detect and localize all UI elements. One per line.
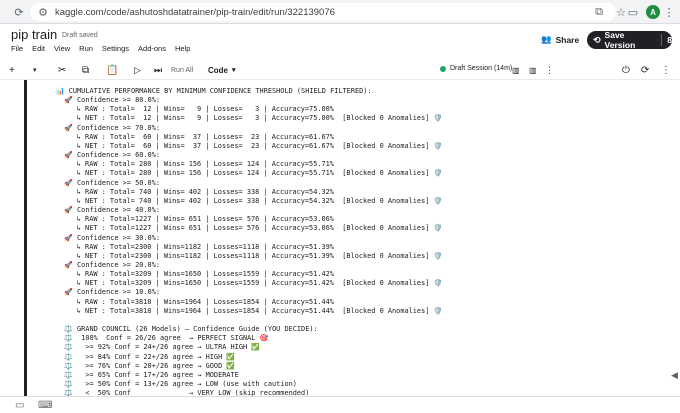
output-line: 🚀 Confidence >= 70.0%: [56, 123, 160, 132]
power-icon[interactable]: ⏻ [622, 63, 630, 77]
output-line: ⚖️ 100% Conf = 26/26 agree → PERFECT SIG… [56, 334, 269, 343]
share-label: Share [555, 34, 580, 45]
more-options-icon[interactable]: ⋮ [661, 63, 671, 77]
profile-avatar[interactable]: A [646, 5, 660, 19]
output-line: ⚖️ >= 50% Conf = 13+/26 agree → LOW (use… [56, 380, 297, 388]
output-line: ↳ NET : Total= 60 | Wins= 37 | Losses= 2… [56, 141, 443, 150]
session-label: Draft Session (14m) [450, 65, 513, 72]
session-menu-icon[interactable]: ⋮ [545, 63, 554, 77]
save-version-button[interactable]: ⟲ Save Version 8 [587, 30, 672, 50]
output-line: ↳ RAW : Total= 740 | Wins= 402 | Losses=… [56, 187, 334, 196]
output-line: ↳ RAW : Total=2300 | Wins=1182 | Losses=… [56, 242, 334, 251]
refresh-icon[interactable]: ⟳ [12, 5, 26, 19]
cell-type-select[interactable]: Code ▾ [208, 63, 236, 77]
session-gauge-icon[interactable]: ▥ [529, 63, 537, 77]
output-line: 🚀 Confidence >= 30.0%: [56, 233, 160, 242]
url-text: kaggle.com/code/ashutoshdatatrainer/pip-… [55, 6, 335, 18]
menu-bar: File Edit View Run Settings Add-ons Help [11, 44, 190, 53]
output-line: 🚀 Confidence >= 60.0%: [56, 151, 160, 160]
tab-search-icon[interactable]: ▭ [626, 5, 640, 19]
output-line: ↳ RAW : Total=3818 | Wins=1964 | Losses=… [56, 297, 334, 306]
notebook-header: pip train Draft saved File Edit View Run… [0, 24, 680, 60]
session-active-indicator [440, 65, 446, 72]
session-status[interactable]: Draft Session (14m) [440, 65, 512, 72]
chevron-down-icon: ▾ [232, 67, 236, 74]
output-line: 🚀 Confidence >= 80.0%: [56, 96, 160, 105]
run-all-label[interactable]: Run All [171, 63, 193, 77]
share-people-icon: 👥 [541, 34, 552, 44]
cast-icon[interactable]: ⧉ [592, 5, 606, 19]
save-status: Draft saved [62, 32, 98, 39]
menu-file[interactable]: File [11, 44, 23, 53]
cut-icon[interactable]: ✂ [58, 63, 66, 77]
run-cell-icon[interactable]: ▷ [134, 63, 141, 77]
status-bar: ▭ ⌨ [0, 396, 680, 413]
menu-edit[interactable]: Edit [32, 44, 45, 53]
add-cell-icon[interactable]: + [9, 63, 15, 77]
output-line: ↳ NET : Total= 740 | Wins= 402 | Losses=… [56, 196, 443, 205]
output-line: ⚖️ GRAND COUNCIL (26 Models) — Confidenc… [56, 325, 318, 334]
menu-settings[interactable]: Settings [102, 44, 129, 53]
expand-panel-icon[interactable]: ◀ [671, 370, 678, 381]
output-line: ↳ NET : Total=1227 | Wins= 651 | Losses=… [56, 224, 443, 233]
copy-icon[interactable]: ⧉ [82, 63, 89, 77]
terminal-icon[interactable]: ⌨ [38, 400, 52, 411]
output-line: 🚀 Confidence >= 10.0%: [56, 288, 160, 297]
session-chart-icon[interactable]: ▥ [512, 63, 520, 77]
output-line: ⚖️ >= 92% Conf = 24+/26 agree → ULTRA HI… [56, 343, 260, 352]
output-line: ⚖️ >= 76% Conf = 20+/26 agree → GOOD ✅ [56, 361, 235, 370]
menu-run[interactable]: Run [79, 44, 93, 53]
output-line: 📊 CUMULATIVE PERFORMANCE BY MINIMUM CONF… [56, 87, 372, 95]
share-button[interactable]: 👥 Share [541, 34, 579, 45]
output-line: ⚖️ >= 84% Conf = 22+/26 agree → HIGH ✅ [56, 352, 235, 361]
output-line: ⚖️ >= 65% Conf = 17+/26 agree → MODERATE [56, 370, 239, 379]
notebook-title[interactable]: pip train [11, 27, 57, 42]
cell-type-value: Code [208, 65, 228, 75]
output-line: 🚀 Confidence >= 50.0%: [56, 178, 160, 187]
output-line: ↳ NET : Total=2300 | Wins=1182 | Losses=… [56, 251, 443, 260]
output-line: ↳ RAW : Total= 60 | Wins= 37 | Losses= 2… [56, 132, 334, 141]
active-cell-indicator [24, 80, 27, 396]
version-count[interactable]: 8 [667, 35, 672, 45]
output-line: ↳ RAW : Total=3209 | Wins=1650 | Losses=… [56, 270, 334, 279]
save-version-label: Save Version [604, 30, 636, 50]
menu-help[interactable]: Help [175, 44, 190, 53]
output-line: 🚀 Confidence >= 20.0%: [56, 260, 160, 269]
notebook-toolbar: + ▾ ✂ ⧉ 📋 ▷ ⏭ Run All Code ▾ Draft Sessi… [0, 60, 680, 80]
cell-output: 📊 CUMULATIVE PERFORMANCE BY MINIMUM CONF… [56, 87, 666, 398]
output-line: ↳ RAW : Total=1227 | Wins= 651 | Losses=… [56, 215, 334, 224]
output-line: ↳ NET : Total=3818 | Wins=1964 | Losses=… [56, 306, 443, 315]
run-all-icon[interactable]: ⏭ [154, 63, 162, 77]
save-version-icon: ⟲ [593, 34, 601, 45]
url-field[interactable]: ⚙ kaggle.com/code/ashutoshdatatrainer/pi… [30, 3, 616, 21]
paste-icon[interactable]: 📋 [106, 63, 118, 77]
browser-menu-icon[interactable]: ⋮ [662, 5, 676, 19]
menu-addons[interactable]: Add-ons [138, 44, 166, 53]
output-line: ↳ NET : Total= 280 | Wins= 156 | Losses=… [56, 169, 443, 178]
site-settings-icon[interactable]: ⚙ [36, 5, 50, 19]
output-line: ↳ NET : Total= 12 | Wins= 9 | Losses= 3 … [56, 114, 443, 123]
save-divider [661, 34, 663, 46]
output-line: 🚀 Confidence >= 40.0%: [56, 206, 160, 215]
console-icon[interactable]: ▭ [15, 400, 24, 411]
browser-address-bar: ⟳ ⚙ kaggle.com/code/ashutoshdatatrainer/… [0, 0, 680, 24]
menu-view[interactable]: View [54, 44, 70, 53]
add-cell-dropdown-icon[interactable]: ▾ [33, 63, 37, 77]
restart-icon[interactable]: ⟳ [641, 63, 649, 77]
